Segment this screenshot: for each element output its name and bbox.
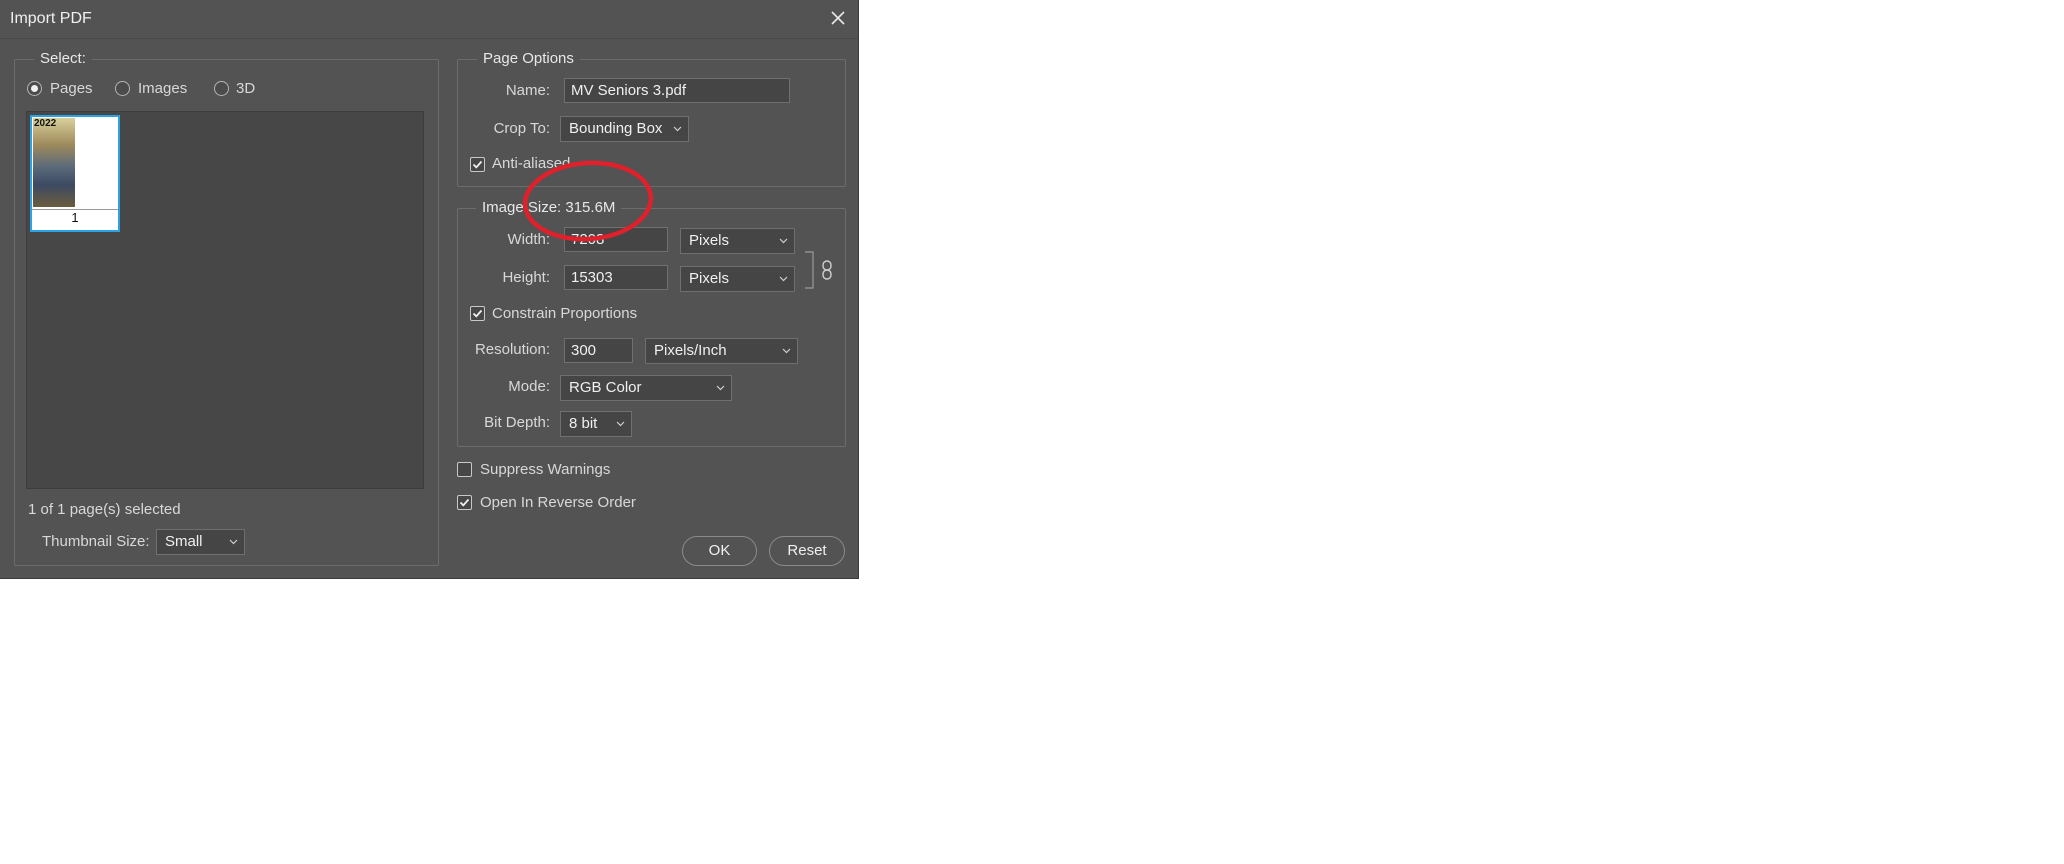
link-icon[interactable] xyxy=(821,259,833,281)
reset-button[interactable]: Reset xyxy=(769,536,845,566)
reverse-order-checkbox[interactable] xyxy=(457,495,472,510)
link-bracket xyxy=(805,251,814,289)
mode-select[interactable]: RGB Color xyxy=(560,375,732,401)
images-radio[interactable] xyxy=(115,81,130,96)
page-thumbnail[interactable]: 2022 1 xyxy=(30,115,120,232)
constrain-proportions-checkbox[interactable] xyxy=(470,306,485,321)
resolution-label: Resolution: xyxy=(474,341,550,358)
annotation-circle xyxy=(522,160,654,242)
chevron-down-icon xyxy=(782,348,791,354)
ok-button[interactable]: OK xyxy=(682,536,757,566)
thumbnail-size-select[interactable]: Small xyxy=(156,529,245,555)
thumbnail-size-value: Small xyxy=(165,533,203,550)
chevron-down-icon xyxy=(779,238,788,244)
resolution-field[interactable]: 300 xyxy=(564,338,633,363)
checkmark-icon xyxy=(472,309,483,318)
mode-label: Mode: xyxy=(508,378,550,395)
3d-radio[interactable] xyxy=(214,81,229,96)
crop-to-select[interactable]: Bounding Box xyxy=(560,116,689,142)
pages-radio[interactable] xyxy=(27,81,42,96)
chevron-down-icon xyxy=(616,421,625,427)
checkmark-icon xyxy=(472,160,483,169)
anti-aliased-checkbox[interactable] xyxy=(470,157,485,172)
height-unit-value: Pixels xyxy=(689,270,730,287)
mode-value: RGB Color xyxy=(569,379,642,396)
chevron-down-icon xyxy=(229,539,238,545)
resolution-value: 300 xyxy=(571,342,597,359)
thumbnail-photo xyxy=(33,118,75,207)
import-pdf-dialog: Import PDF Select: Pages Images 3D 2022 … xyxy=(0,0,859,579)
3d-radio-label[interactable]: 3D xyxy=(236,80,255,97)
thumbnail-list[interactable]: 2022 1 xyxy=(26,111,424,489)
name-label: Name: xyxy=(505,82,550,99)
title-bar: Import PDF xyxy=(0,0,858,39)
suppress-warnings-checkbox[interactable] xyxy=(457,462,472,477)
name-field[interactable]: MV Seniors 3.pdf xyxy=(564,78,790,103)
thumbnail-year-text: 2022 xyxy=(34,118,57,129)
thumbnail-size-label: Thumbnail Size: xyxy=(42,533,150,550)
height-field[interactable]: 15303 xyxy=(564,265,668,290)
suppress-warnings-label[interactable]: Suppress Warnings xyxy=(480,461,610,478)
constrain-proportions-label[interactable]: Constrain Proportions xyxy=(492,305,637,322)
chevron-down-icon xyxy=(779,276,788,282)
crop-to-label: Crop To: xyxy=(493,120,550,137)
checkmark-icon xyxy=(459,498,470,507)
resolution-unit-select[interactable]: Pixels/Inch xyxy=(645,338,798,364)
bit-depth-select[interactable]: 8 bit xyxy=(560,411,632,437)
width-unit-value: Pixels xyxy=(689,232,730,249)
height-unit-select[interactable]: Pixels xyxy=(680,266,795,292)
width-unit-select[interactable]: Pixels xyxy=(680,228,795,254)
resolution-unit-value: Pixels/Inch xyxy=(654,342,727,359)
thumbnail-image: 2022 xyxy=(33,118,117,207)
height-label: Height: xyxy=(502,269,550,286)
thumbnail-page-number: 1 xyxy=(32,209,118,225)
select-legend: Select: xyxy=(34,50,92,67)
crop-to-value: Bounding Box xyxy=(569,120,663,137)
page-options-legend: Page Options xyxy=(477,50,580,67)
images-radio-label[interactable]: Images xyxy=(138,80,187,97)
reverse-order-label[interactable]: Open In Reverse Order xyxy=(480,494,636,511)
close-icon[interactable] xyxy=(826,6,850,30)
chevron-down-icon xyxy=(716,385,725,391)
pages-radio-label[interactable]: Pages xyxy=(50,80,93,97)
height-value: 15303 xyxy=(571,269,613,286)
dialog-title: Import PDF xyxy=(10,10,92,27)
name-value: MV Seniors 3.pdf xyxy=(571,82,687,99)
bit-depth-value: 8 bit xyxy=(569,415,598,432)
bit-depth-label: Bit Depth: xyxy=(484,414,550,431)
selection-status: 1 of 1 page(s) selected xyxy=(28,501,181,518)
chevron-down-icon xyxy=(673,126,682,132)
